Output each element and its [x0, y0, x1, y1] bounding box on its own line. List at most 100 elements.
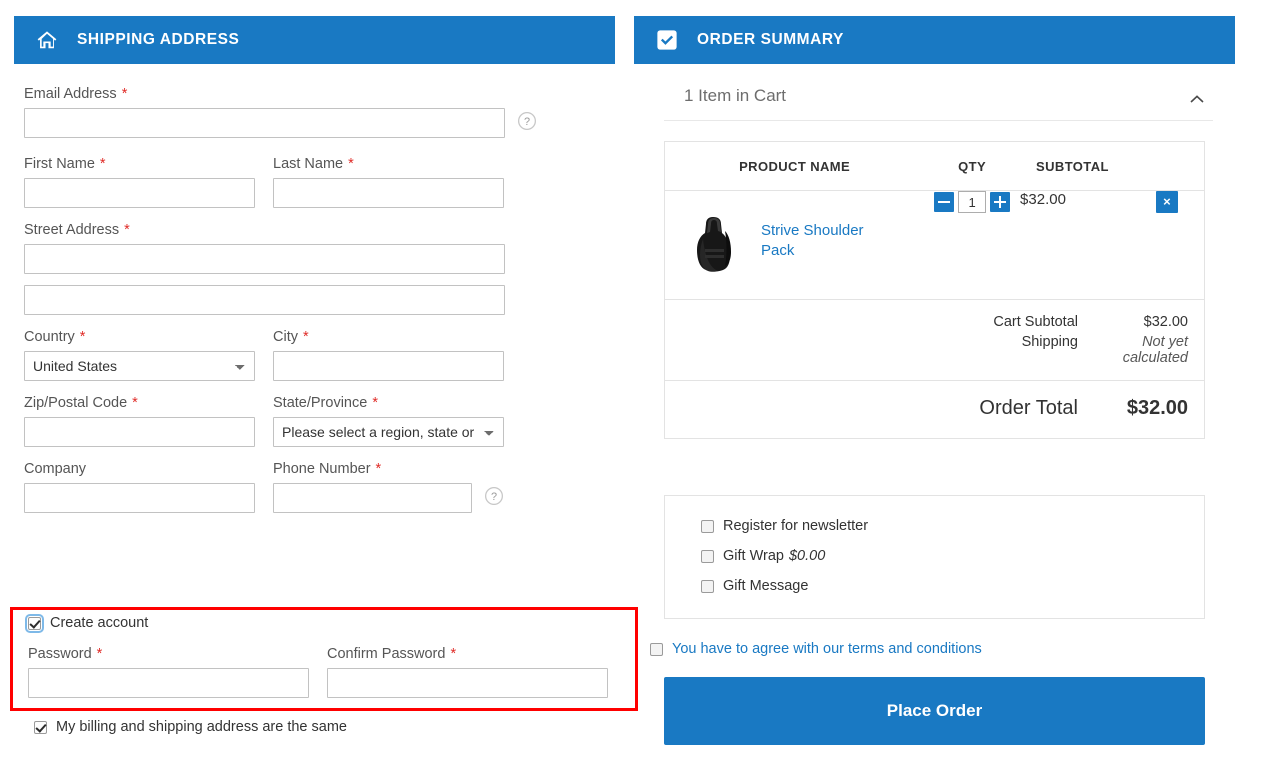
- email-label: Email Address *: [24, 86, 128, 102]
- create-account-row[interactable]: Create account: [25, 613, 628, 633]
- checkout-page: SHIPPING ADDRESS Email Address * ? First…: [0, 0, 1269, 763]
- increase-qty-button[interactable]: [990, 192, 1011, 212]
- cart-subtotal-value: $32.00: [1143, 314, 1188, 330]
- qty-cell: [924, 191, 1020, 300]
- chevron-up-icon[interactable]: [1189, 91, 1205, 103]
- create-account-label: Create account: [50, 615, 149, 631]
- option-newsletter[interactable]: Register for newsletter: [701, 518, 1204, 534]
- country-select[interactable]: United States: [24, 351, 255, 381]
- shipping-label: Shipping: [1021, 334, 1078, 350]
- cart-options-box: Register for newsletter Gift Wrap $0.00 …: [664, 495, 1205, 619]
- field-zip: Zip/Postal Code *: [24, 395, 255, 447]
- panel-title: ORDER SUMMARY: [697, 31, 844, 48]
- required-marker: *: [96, 646, 103, 662]
- column-qty: QTY: [924, 141, 1021, 191]
- last-name-label: Last Name *: [273, 156, 354, 172]
- required-marker: *: [124, 222, 130, 238]
- password-label: Password *: [28, 646, 103, 662]
- field-confirm-password: Confirm Password *: [327, 646, 608, 698]
- cart-items-table: PRODUCT NAME QTY SUBTOTAL Strive Shoulde…: [664, 141, 1205, 300]
- state-select[interactable]: Please select a region, state or provinc…: [273, 417, 504, 447]
- svg-text:?: ?: [524, 116, 530, 128]
- product-cell: Strive Shoulder Pack: [665, 191, 925, 300]
- actions-cell: ×: [1130, 191, 1205, 300]
- order-summary-panel: ORDER SUMMARY 1 Item in Cart PRODUCT NAM…: [634, 16, 1235, 745]
- gift-wrap-price: $0.00: [788, 548, 826, 564]
- field-company: Company: [24, 461, 255, 513]
- billing-same-checkbox[interactable]: [34, 720, 47, 734]
- shipping-form: Email Address * ? First Name * Last Name…: [14, 64, 615, 513]
- question-circle-icon[interactable]: ?: [484, 486, 504, 511]
- option-gift-wrap[interactable]: Gift Wrap $0.00: [701, 548, 1204, 564]
- create-account-checkbox[interactable]: [25, 613, 44, 633]
- name-row: First Name * Last Name *: [24, 156, 615, 208]
- gift-message-checkbox[interactable]: [701, 579, 714, 593]
- product-name-link[interactable]: Strive Shoulder Pack: [761, 221, 887, 275]
- order-total-label: Order Total: [979, 397, 1078, 419]
- state-label: State/Province *: [273, 395, 378, 411]
- first-name-field[interactable]: [24, 178, 255, 208]
- phone-label: Phone Number *: [273, 461, 382, 477]
- phone-field[interactable]: [273, 483, 472, 513]
- column-actions: [1129, 141, 1205, 191]
- field-email: Email Address * ?: [24, 86, 615, 138]
- home-icon: [36, 29, 58, 51]
- totals-rows: Cart Subtotal $32.00 Shipping Not yet ca…: [665, 299, 1204, 380]
- column-product-name: PRODUCT NAME: [664, 141, 925, 191]
- field-city: City *: [273, 329, 504, 381]
- order-summary-body: 1 Item in Cart PRODUCT NAME QTY SUBTOTAL: [634, 64, 1235, 745]
- remove-item-button[interactable]: ×: [1155, 191, 1178, 213]
- newsletter-label: Register for newsletter: [723, 518, 869, 534]
- zip-field[interactable]: [24, 417, 255, 447]
- field-first-name: First Name *: [24, 156, 255, 208]
- total-row-grand: Order Total $32.00: [665, 380, 1204, 438]
- street-address-label: Street Address *: [24, 222, 130, 238]
- country-city-row: Country * United States City *: [24, 329, 615, 381]
- field-phone: Phone Number * ?: [273, 461, 504, 513]
- last-name-field[interactable]: [273, 178, 504, 208]
- first-name-label: First Name *: [24, 156, 106, 172]
- terms-row[interactable]: You have to agree with our terms and con…: [650, 641, 1225, 657]
- street-address-field-1[interactable]: [24, 244, 505, 274]
- password-field[interactable]: [28, 668, 309, 698]
- create-account-group: Create account Password * Confirm Passwor…: [25, 613, 628, 698]
- totals-section: Cart Subtotal $32.00 Shipping Not yet ca…: [664, 299, 1205, 439]
- confirm-password-label: Confirm Password *: [327, 646, 457, 662]
- company-field[interactable]: [24, 483, 255, 513]
- total-row-shipping: Shipping Not yet calculated: [665, 332, 1204, 368]
- terms-label[interactable]: You have to agree with our terms and con…: [672, 641, 982, 657]
- zip-state-row: Zip/Postal Code * State/Province * Please …: [24, 395, 615, 447]
- order-summary-header: ORDER SUMMARY: [634, 16, 1235, 64]
- quantity-stepper: [934, 191, 1011, 213]
- items-in-cart-toggle[interactable]: 1 Item in Cart: [664, 64, 1213, 121]
- billing-same-row[interactable]: My billing and shipping address are the …: [34, 719, 347, 735]
- street-address-field-2[interactable]: [24, 285, 505, 315]
- cart-table-body: Strive Shoulder Pack $32.00: [665, 191, 1205, 300]
- required-marker: *: [348, 156, 354, 172]
- field-country: Country * United States: [24, 329, 255, 381]
- check-square-icon: [656, 29, 678, 51]
- decrease-qty-button[interactable]: [934, 192, 955, 212]
- gift-message-label: Gift Message: [723, 578, 809, 594]
- terms-checkbox[interactable]: [650, 642, 663, 656]
- company-label: Company: [24, 461, 87, 477]
- qty-input[interactable]: [958, 191, 987, 213]
- shipping-address-header: SHIPPING ADDRESS: [14, 16, 615, 64]
- svg-text:?: ?: [491, 491, 497, 503]
- cart-table-header: PRODUCT NAME QTY SUBTOTAL: [664, 141, 1205, 191]
- newsletter-checkbox[interactable]: [701, 519, 714, 533]
- order-total-value: $32.00: [1126, 397, 1188, 419]
- field-street-address: Street Address *: [24, 222, 615, 315]
- email-field[interactable]: [24, 108, 505, 138]
- confirm-password-field[interactable]: [327, 668, 608, 698]
- company-phone-row: Company Phone Number * ?: [24, 461, 615, 513]
- gift-wrap-checkbox[interactable]: [701, 549, 714, 563]
- column-subtotal: SUBTOTAL: [1020, 141, 1130, 191]
- city-field[interactable]: [273, 351, 504, 381]
- option-gift-message[interactable]: Gift Message: [701, 578, 1204, 594]
- country-label: Country *: [24, 329, 86, 345]
- field-state: State/Province * Please select a region, …: [273, 395, 504, 447]
- place-order-button[interactable]: Place Order: [664, 677, 1205, 745]
- gift-wrap-label: Gift Wrap: [723, 548, 784, 564]
- question-circle-icon[interactable]: ?: [517, 111, 537, 136]
